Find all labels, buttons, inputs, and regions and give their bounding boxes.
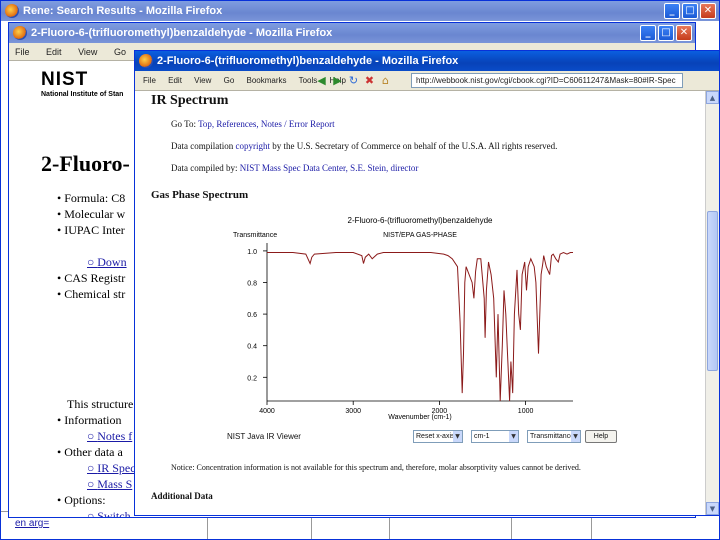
y-tick-label: 0.4 xyxy=(247,344,257,351)
download-link[interactable]: ○ Down xyxy=(87,255,127,270)
additional-data-heading: Additional Data xyxy=(151,491,213,501)
list-item: • Formula: C8 xyxy=(57,191,126,205)
viewer-label: NIST Java IR Viewer xyxy=(227,432,301,441)
section-heading: Gas Phase Spectrum xyxy=(151,189,249,201)
window-title: 2-Fluoro-6-(trifluoromethyl)benzaldehyde… xyxy=(157,55,459,67)
x-tick-label: 1000 xyxy=(518,408,534,415)
goto-line: Go To: Top, References, Notes / Error Re… xyxy=(171,119,335,129)
ir-spectrum-window: 2-Fluoro-6-(trifluoromethyl)benzaldehyde… xyxy=(134,50,720,516)
y-tick-label: 0.6 xyxy=(247,312,257,319)
list-item: • Other data a xyxy=(57,445,123,459)
y-tick-label: 0.8 xyxy=(247,281,257,288)
menu-go[interactable]: Go xyxy=(224,76,235,85)
vertical-scrollbar[interactable]: ▲ ▼ xyxy=(705,91,719,515)
menu-view[interactable]: View xyxy=(78,47,97,57)
y-tick-label: 0.2 xyxy=(247,375,257,382)
list-item: • Molecular w xyxy=(57,207,126,221)
compound-page: NIST National Institute of Stan 2-Fluoro… xyxy=(9,63,149,517)
toolbar: File Edit View Go Bookmarks Tools Help ◀… xyxy=(135,71,719,91)
units-select[interactable]: cm-1 ▼ xyxy=(471,430,519,443)
list-item: • Options: xyxy=(57,493,106,507)
scroll-down-arrow-icon[interactable]: ▼ xyxy=(706,502,719,515)
maximize-button[interactable]: □ xyxy=(682,3,698,19)
menu-edit[interactable]: Edit xyxy=(168,76,182,85)
y-axis-label: Transmittance xyxy=(233,232,277,239)
x-tick-label: 4000 xyxy=(259,408,275,415)
firefox-icon xyxy=(13,26,27,40)
url-bar[interactable]: http://webbook.nist.gov/cgi/cbook.cgi?ID… xyxy=(411,73,683,88)
maximize-button[interactable]: □ xyxy=(658,25,674,41)
notes-link[interactable]: ○ Notes f xyxy=(87,429,132,444)
compound-titlebar[interactable]: 2-Fluoro-6-(trifluoromethyl)benzaldehyde… xyxy=(9,23,695,43)
y-tick-label: 1.0 xyxy=(247,249,257,256)
menu-file[interactable]: File xyxy=(15,47,30,57)
list-item: • Information xyxy=(57,413,122,427)
ir-spec-link[interactable]: ○ IR Spec xyxy=(87,461,136,476)
minimize-button[interactable]: _ xyxy=(664,3,680,19)
chart-title: 2-Fluoro-6-(trifluoromethyl)benzaldehyde xyxy=(348,216,494,225)
x-axis-label: Wavenumber (cm-1) xyxy=(388,414,452,421)
notice-text: Notice: Concentration information is not… xyxy=(171,463,581,472)
window-title: 2-Fluoro-6-(trifluoromethyl)benzaldehyde… xyxy=(31,27,333,39)
chart-subtitle: NIST/EPA GAS-PHASE xyxy=(383,232,457,239)
nist-logo[interactable]: NIST xyxy=(41,69,88,91)
menu-go[interactable]: Go xyxy=(114,47,126,57)
goto-links[interactable]: Top, References, Notes / Error Report xyxy=(198,119,335,129)
structure-text: This structure xyxy=(67,397,134,411)
spectrum-line xyxy=(267,251,573,402)
x-tick-label: 2000 xyxy=(432,408,448,415)
menu-file[interactable]: File xyxy=(143,76,156,85)
compound-title: 2-Fluoro- xyxy=(41,151,130,176)
menu-view[interactable]: View xyxy=(194,76,211,85)
ir-spectrum-chart[interactable]: 2-Fluoro-6-(trifluoromethyl)benzaldehyde… xyxy=(213,213,613,423)
close-button[interactable]: ✕ xyxy=(676,25,692,41)
data-center-link[interactable]: NIST Mass Spec Data Center, S.E. Stein, … xyxy=(240,163,419,173)
help-button[interactable]: Help xyxy=(585,430,617,443)
reload-icon[interactable]: ↻ xyxy=(347,74,360,87)
forward-arrow-icon[interactable]: ▶ xyxy=(331,74,344,87)
menu-edit[interactable]: Edit xyxy=(46,47,62,57)
mode-select[interactable]: Transmittance ▼ xyxy=(527,430,581,443)
stop-icon[interactable]: ✖ xyxy=(363,74,376,87)
minimize-button[interactable]: _ xyxy=(640,25,656,41)
ir-titlebar[interactable]: 2-Fluoro-6-(trifluoromethyl)benzaldehyde… xyxy=(135,51,719,71)
list-item: • IUPAC Inter xyxy=(57,223,125,237)
ir-page: IR Spectrum Go To: Top, References, Note… xyxy=(135,91,705,515)
page-title: IR Spectrum xyxy=(151,93,229,108)
window-title: Rene: Search Results - Mozilla Firefox xyxy=(23,5,223,17)
scroll-up-arrow-icon[interactable]: ▲ xyxy=(706,91,719,104)
search-results-titlebar[interactable]: Rene: Search Results - Mozilla Firefox _… xyxy=(1,1,719,21)
list-item: • Chemical str xyxy=(57,287,126,301)
compiled-line: Data compiled by: NIST Mass Spec Data Ce… xyxy=(171,163,419,173)
viewer-controls: NIST Java IR Viewer Reset x-axis ▼ cm-1 ▼ … xyxy=(227,430,665,444)
x-tick-label: 3000 xyxy=(345,408,361,415)
firefox-icon xyxy=(139,54,153,68)
list-item: • CAS Registr xyxy=(57,271,126,285)
switch-link[interactable]: ○ Switch xyxy=(87,509,131,517)
menu-bookmarks[interactable]: Bookmarks xyxy=(247,76,287,85)
copyright-line: Data compilation copyright by the U.S. S… xyxy=(171,141,558,151)
scroll-thumb[interactable] xyxy=(707,211,718,371)
firefox-icon xyxy=(5,4,19,18)
close-button[interactable]: ✕ xyxy=(700,3,716,19)
copyright-link[interactable]: copyright xyxy=(235,141,270,151)
reset-axis-select[interactable]: Reset x-axis ▼ xyxy=(413,430,463,443)
table-cell-link[interactable]: en arg= xyxy=(15,518,49,529)
back-arrow-icon[interactable]: ◀ xyxy=(315,74,328,87)
home-icon[interactable]: ⌂ xyxy=(379,74,392,87)
mass-spec-link[interactable]: ○ Mass S xyxy=(87,477,132,492)
nist-subtitle: National Institute of Stan xyxy=(41,91,124,98)
